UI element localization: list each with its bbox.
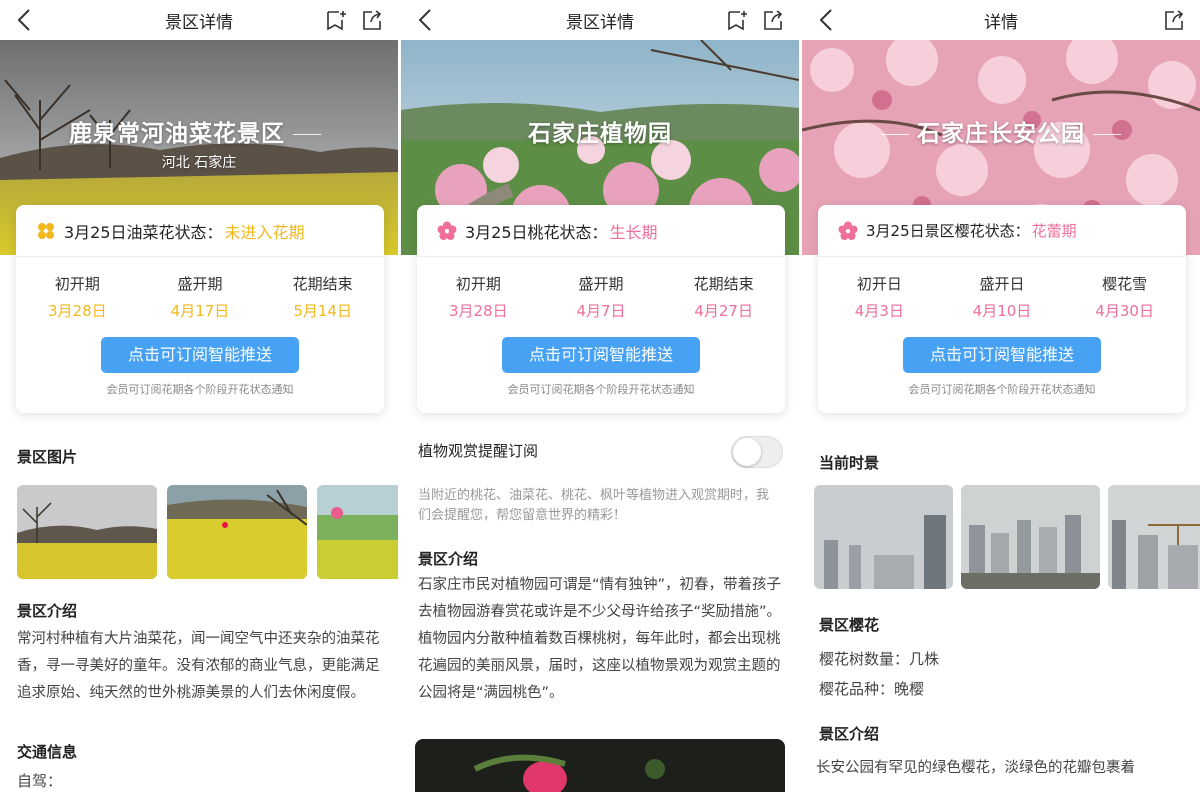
intro-section-title: 景区介绍: [418, 550, 479, 568]
stage-full-bloom: 盛开期 4月17日: [170, 275, 230, 320]
toggle-knob: [733, 438, 761, 466]
intro-text: 常河村种植有大片油菜花，闻一闻空气中还夹杂的油菜花香，寻一寻美好的童年。没有浓郁…: [17, 631, 380, 701]
status-header: 3月25日桃花状态： 生长期: [417, 205, 785, 257]
member-note: 会员可订阅花期各个阶段开花状态通知: [106, 383, 294, 396]
subscribe-push-button[interactable]: 点击可订阅智能推送: [903, 337, 1101, 373]
bookmark-add-icon[interactable]: [324, 8, 348, 32]
panel-botanical-garden: 景区详情 石家庄植物园 3月25日桃花状态： 生长期 初开期 3月28日 盛开期 4…: [401, 0, 799, 792]
photos-section-title: 景区图片: [17, 448, 78, 466]
nav-bar: 景区详情: [0, 0, 398, 40]
share-icon[interactable]: [1162, 8, 1186, 32]
subscribe-push-button[interactable]: 点击可订阅智能推送: [502, 337, 700, 373]
scene-photo-2[interactable]: [961, 485, 1100, 589]
intro-text: 石家庄市民对植物园可谓是“情有独钟”，初春，带着孩子去植物园游春赏花或许是不少父…: [418, 577, 782, 701]
share-icon[interactable]: [761, 8, 785, 32]
member-note: 会员可订阅花期各个阶段开花状态通知: [507, 383, 695, 396]
status-date-text: 3月25日桃花状态：: [465, 222, 608, 242]
hero-title: 石家庄长安公园: [802, 114, 1200, 148]
intro-section-title: 景区介绍: [17, 602, 78, 620]
status-state: 花蕾期: [1031, 222, 1077, 240]
traffic-section-title: 交通信息: [17, 743, 78, 761]
bloom-status-card: 3月25日桃花状态： 生长期 初开期 3月28日 盛开期 4月7日 花期结束 4月27…: [417, 205, 785, 413]
status-header: 3月25日油菜花状态： 未进入花期: [16, 205, 384, 257]
panel-canola-scenic: 景区详情 鹿泉常河油菜花景区 河北 石家庄 3月25日油菜花状态： 未进入花期 …: [0, 0, 398, 792]
stage-end: 花期结束 4月27日: [693, 275, 754, 320]
bloom-stages: 初开期 3月28日 盛开期 4月7日 花期结束 4月27日: [417, 257, 785, 321]
intro-section-title: 景区介绍: [819, 725, 880, 743]
stage-first-bloom: 初开期 3月28日: [449, 275, 508, 320]
cherry-blossom-icon: [838, 221, 858, 240]
current-scene-title: 当前时景: [819, 454, 880, 472]
scenic-photo-2[interactable]: [167, 485, 307, 579]
stage-full-bloom: 盛开日 4月10日: [972, 275, 1032, 320]
canola-flower-icon: [38, 222, 54, 239]
sakura-variety: 樱花品种：晚樱: [819, 680, 925, 698]
stage-sakura-snow: 樱花雪 4月30日: [1095, 275, 1154, 320]
peach-blossom-icon: [437, 221, 457, 240]
hero-location: 河北 石家庄: [161, 155, 237, 171]
sakura-section-title: 景区樱花: [819, 616, 880, 634]
scenic-photo-1[interactable]: [17, 485, 157, 579]
reminder-subscription-label: 植物观赏提醒订阅: [418, 442, 539, 460]
status-date-text: 3月25日景区樱花状态：: [866, 222, 1030, 240]
panel-changan-park: 详情 石家庄长安公园 3月25日景区樱花状态： 花蕾期 初开日 4月3日 盛开日 4…: [802, 0, 1200, 792]
traffic-self-drive: 自驾：: [17, 772, 63, 790]
nav-bar: 详情: [802, 0, 1200, 40]
stage-first-bloom: 初开期 3月28日: [48, 275, 107, 320]
bloom-stages: 初开期 3月28日 盛开期 4月17日 花期结束 5月14日: [16, 257, 384, 321]
nav-bar: 景区详情: [401, 0, 799, 40]
page-title: 详情: [984, 13, 1018, 33]
reminder-toggle[interactable]: [731, 436, 783, 468]
bookmark-add-icon[interactable]: [725, 8, 749, 32]
scene-photo-3[interactable]: [1108, 485, 1200, 589]
hero-title: 石家庄植物园: [528, 121, 672, 147]
sakura-tree-count: 樱花树数量：几株: [819, 650, 940, 668]
share-icon[interactable]: [360, 8, 384, 32]
bloom-status-card: 3月25日油菜花状态： 未进入花期 初开期 3月28日 盛开期 4月17日 花期结束…: [16, 205, 384, 413]
intro-photo[interactable]: [415, 739, 785, 792]
subscribe-push-button[interactable]: 点击可订阅智能推送: [101, 337, 299, 373]
scenic-photo-3[interactable]: [317, 485, 398, 579]
status-state: 生长期: [609, 222, 658, 242]
intro-text: 长安公园有罕见的绿色樱花，淡绿色的花瓣包裹着: [816, 760, 1135, 776]
hero-title: 鹿泉常河油菜花景区: [0, 114, 398, 148]
status-date-text: 3月25日油菜花状态：: [64, 222, 223, 242]
reminder-description: 当附近的桃花、油菜花、桃花、枫叶等植物进入观赏期时，我们会提醒您，帮您留意世界的…: [418, 488, 770, 523]
status-header: 3月25日景区樱花状态： 花蕾期: [818, 205, 1186, 257]
stage-full-bloom: 盛开期 4月7日: [576, 275, 626, 320]
bloom-status-card: 3月25日景区樱花状态： 花蕾期 初开日 4月3日 盛开日 4月10日 樱花雪 4月3…: [818, 205, 1186, 413]
member-note: 会员可订阅花期各个阶段开花状态通知: [908, 383, 1096, 396]
scene-photo-1[interactable]: [814, 485, 953, 589]
status-state: 未进入花期: [224, 222, 305, 242]
bloom-stages: 初开日 4月3日 盛开日 4月10日 樱花雪 4月30日: [818, 257, 1186, 321]
stage-end: 花期结束 5月14日: [292, 275, 353, 320]
stage-first-bloom: 初开日 4月3日: [854, 275, 904, 320]
